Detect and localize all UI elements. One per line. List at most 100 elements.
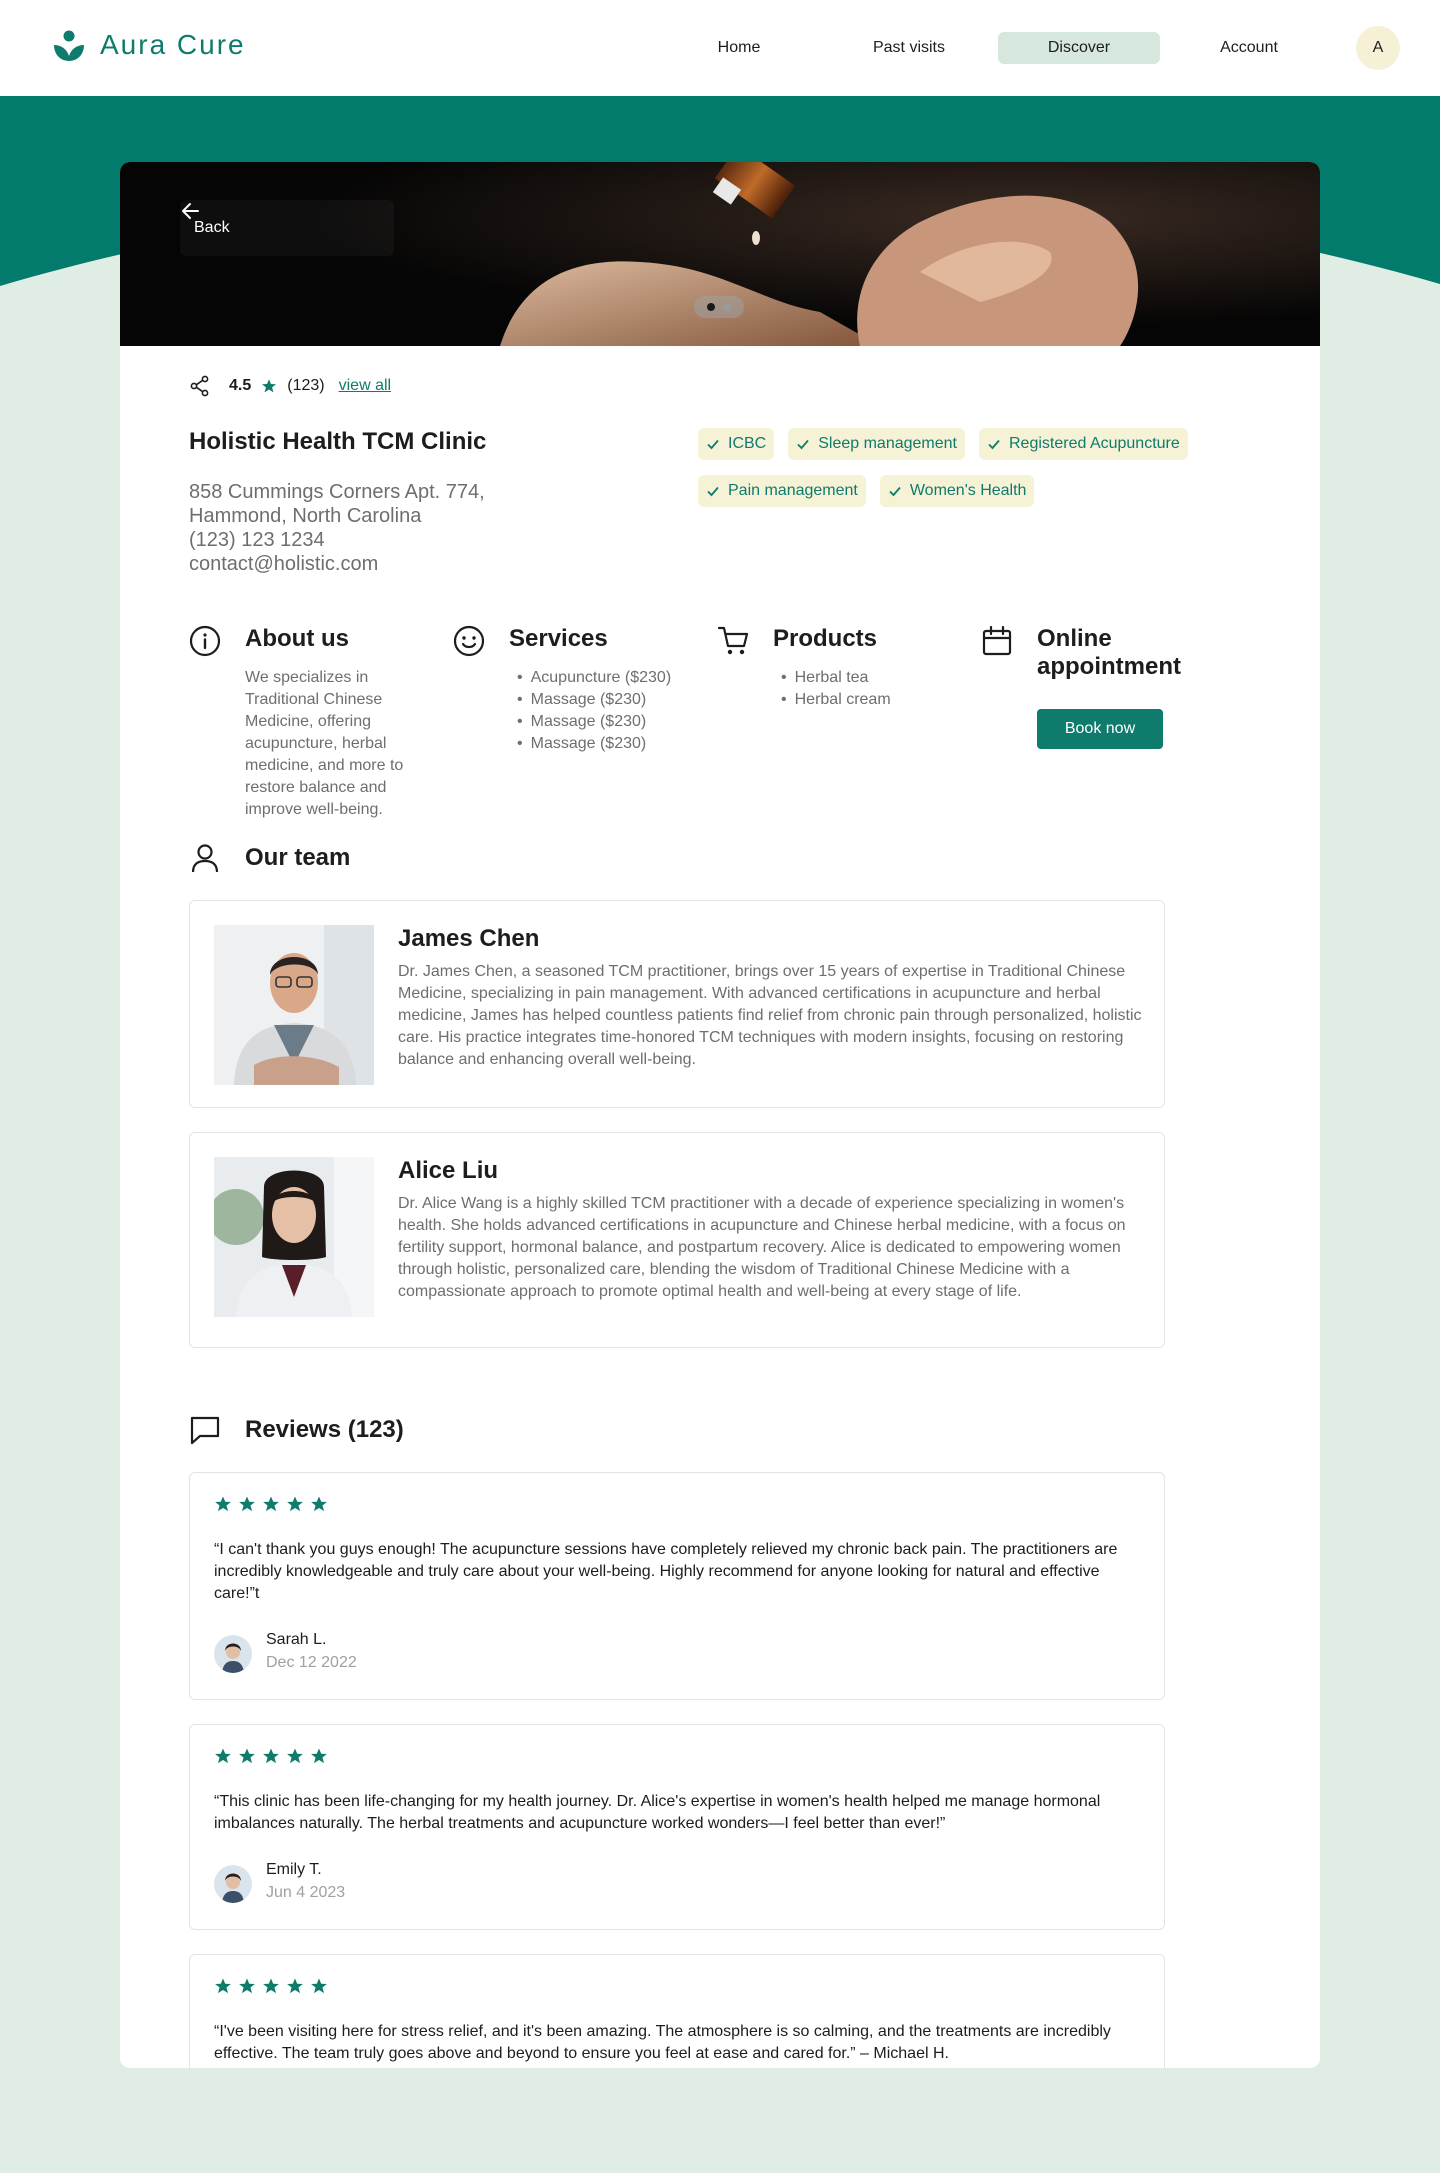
review-text: “I can't thank you guys enough! The acup…: [214, 1541, 1118, 1602]
nav-past-visits[interactable]: Past visits: [828, 32, 990, 64]
star-icon: [287, 1978, 303, 1994]
check-icon: [797, 439, 809, 450]
hero-image-carousel[interactable]: Back: [120, 162, 1320, 346]
reviewer-info: Sarah L. Dec 12 2022: [214, 1629, 357, 1675]
address-line-1: 858 Cummings Corners Apt. 774,: [189, 481, 485, 503]
book-now-button[interactable]: Book now: [1037, 709, 1163, 749]
doctor-portrait-image: [214, 1157, 374, 1317]
team-member-name: James Chen: [398, 925, 540, 952]
clinic-phone[interactable]: (123) 123 1234: [189, 528, 485, 552]
carousel-dot[interactable]: [707, 303, 715, 311]
alice-liu-photo: [214, 1157, 374, 1317]
star-icon: [263, 1978, 279, 1994]
tag-label: Sleep management: [818, 435, 957, 452]
user-avatar-button[interactable]: A: [1356, 26, 1400, 70]
info-icon: [189, 625, 221, 657]
brand-logo[interactable]: Aura Cure: [52, 28, 246, 62]
services-title: Services: [509, 625, 608, 652]
star-icon: [311, 1748, 327, 1764]
product-item: Herbal cream: [781, 689, 961, 711]
about-us-title: About us: [245, 625, 349, 652]
star-icon: [215, 1496, 231, 1512]
our-team-header: Our team: [189, 842, 350, 874]
product-item: Herbal tea: [781, 667, 961, 689]
review-card: “I can't thank you guys enough! The acup…: [189, 1472, 1165, 1700]
reviewer-avatar: [214, 1865, 252, 1903]
share-icon[interactable]: [189, 375, 211, 397]
reviewer-name: Emily T.: [266, 1861, 322, 1878]
view-all-reviews-link[interactable]: view all: [339, 377, 391, 395]
service-item: Massage ($230): [517, 711, 717, 733]
star-icon: [263, 1496, 279, 1512]
clinic-email[interactable]: contact@holistic.com: [189, 552, 485, 576]
team-member-name: Alice Liu: [398, 1157, 499, 1184]
top-navigation-bar: Aura Cure Home Past visits Discover Acco…: [0, 0, 1440, 96]
address-line-2: Hammond, North Carolina: [189, 505, 422, 527]
team-member-bio: Dr. Alice Wang is a highly skilled TCM p…: [398, 1195, 1126, 1300]
review-stars: [214, 1495, 328, 1513]
services-list: Acupuncture ($230) Massage ($230) Massag…: [517, 667, 717, 755]
rating-row: 4.5 (123) view all: [189, 375, 391, 397]
review-date: Jun 4 2023: [266, 1884, 346, 1901]
star-icon: [311, 1496, 327, 1512]
calendar-icon: [982, 625, 1012, 656]
review-card: “I've been visiting here for stress reli…: [189, 1954, 1165, 2068]
shopping-cart-icon: [717, 626, 749, 655]
check-icon: [988, 439, 1000, 450]
clinic-name: Holistic Health TCM Clinic: [189, 428, 487, 455]
team-member-card[interactable]: James Chen Dr. James Chen, a seasoned TC…: [189, 900, 1165, 1108]
star-icon: [311, 1978, 327, 1994]
star-icon: [215, 1978, 231, 1994]
person-icon: [191, 844, 219, 873]
tag-pain-management: Pain management: [698, 475, 866, 507]
clinic-contact-info: 858 Cummings Corners Apt. 774, Hammond, …: [189, 480, 485, 576]
star-icon: [239, 1978, 255, 1994]
review-text: “This clinic has been life-changing for …: [214, 1793, 1101, 1832]
our-team-title: Our team: [245, 844, 351, 871]
online-appointment-title: Online appointment: [1037, 625, 1181, 680]
team-member-card[interactable]: Alice Liu Dr. Alice Wang is a highly ski…: [189, 1132, 1165, 1348]
team-member-bio: Dr. James Chen, a seasoned TCM practitio…: [398, 963, 1142, 1068]
clinic-detail-card: Back 4.5 (123) view all Holistic Health …: [120, 162, 1320, 2068]
reviews-header: Reviews (123): [189, 1414, 404, 1446]
carousel-dot[interactable]: [723, 303, 731, 311]
service-item: Acupuncture ($230): [517, 667, 717, 689]
review-stars: [214, 1747, 328, 1765]
back-button[interactable]: Back: [180, 200, 394, 256]
nav-discover[interactable]: Discover: [998, 32, 1160, 64]
reviewer-name: Sarah L.: [266, 1631, 327, 1648]
review-date: Dec 12 2022: [266, 1654, 357, 1671]
products-list: Herbal tea Herbal cream: [781, 667, 961, 711]
tag-label: Women's Health: [909, 482, 1027, 499]
rating-value: 4.5: [229, 377, 252, 394]
about-us-text: We specializes in Traditional Chinese Me…: [245, 669, 404, 818]
products-title: Products: [773, 625, 878, 652]
reviewer-avatar: [214, 1635, 252, 1673]
reviews-title: Reviews (123): [245, 1416, 404, 1443]
tag-womens-health: Women's Health: [879, 475, 1035, 507]
star-icon: [287, 1496, 303, 1512]
star-icon: [239, 1748, 255, 1764]
check-icon: [707, 439, 719, 450]
check-icon: [889, 486, 901, 497]
carousel-pagination[interactable]: [694, 296, 744, 318]
nav-account[interactable]: Account: [1168, 32, 1330, 64]
star-icon: [287, 1748, 303, 1764]
nav-home[interactable]: Home: [658, 32, 820, 64]
star-icon: [262, 379, 277, 393]
tag-sleep-management: Sleep management: [788, 428, 965, 460]
brand-name: Aura Cure: [100, 29, 246, 60]
check-icon: [707, 486, 719, 497]
tag-registered-acupuncture: Registered Acupuncture: [979, 428, 1188, 460]
star-icon: [263, 1748, 279, 1764]
review-text: “I've been visiting here for stress reli…: [214, 2023, 1111, 2062]
tag-icbc: ICBC: [698, 428, 775, 460]
specialty-tags: ICBC Sleep management Registered Acupunc…: [698, 428, 1238, 507]
tag-label: ICBC: [728, 435, 767, 452]
leaf-logo-icon: [54, 30, 84, 61]
tag-label: Registered Acupuncture: [1009, 435, 1180, 452]
smile-icon: [453, 625, 485, 657]
star-icon: [239, 1496, 255, 1512]
reviewer-info: Emily T. Jun 4 2023: [214, 1859, 345, 1905]
main-nav: Home Past visits Discover Account: [658, 32, 1338, 64]
